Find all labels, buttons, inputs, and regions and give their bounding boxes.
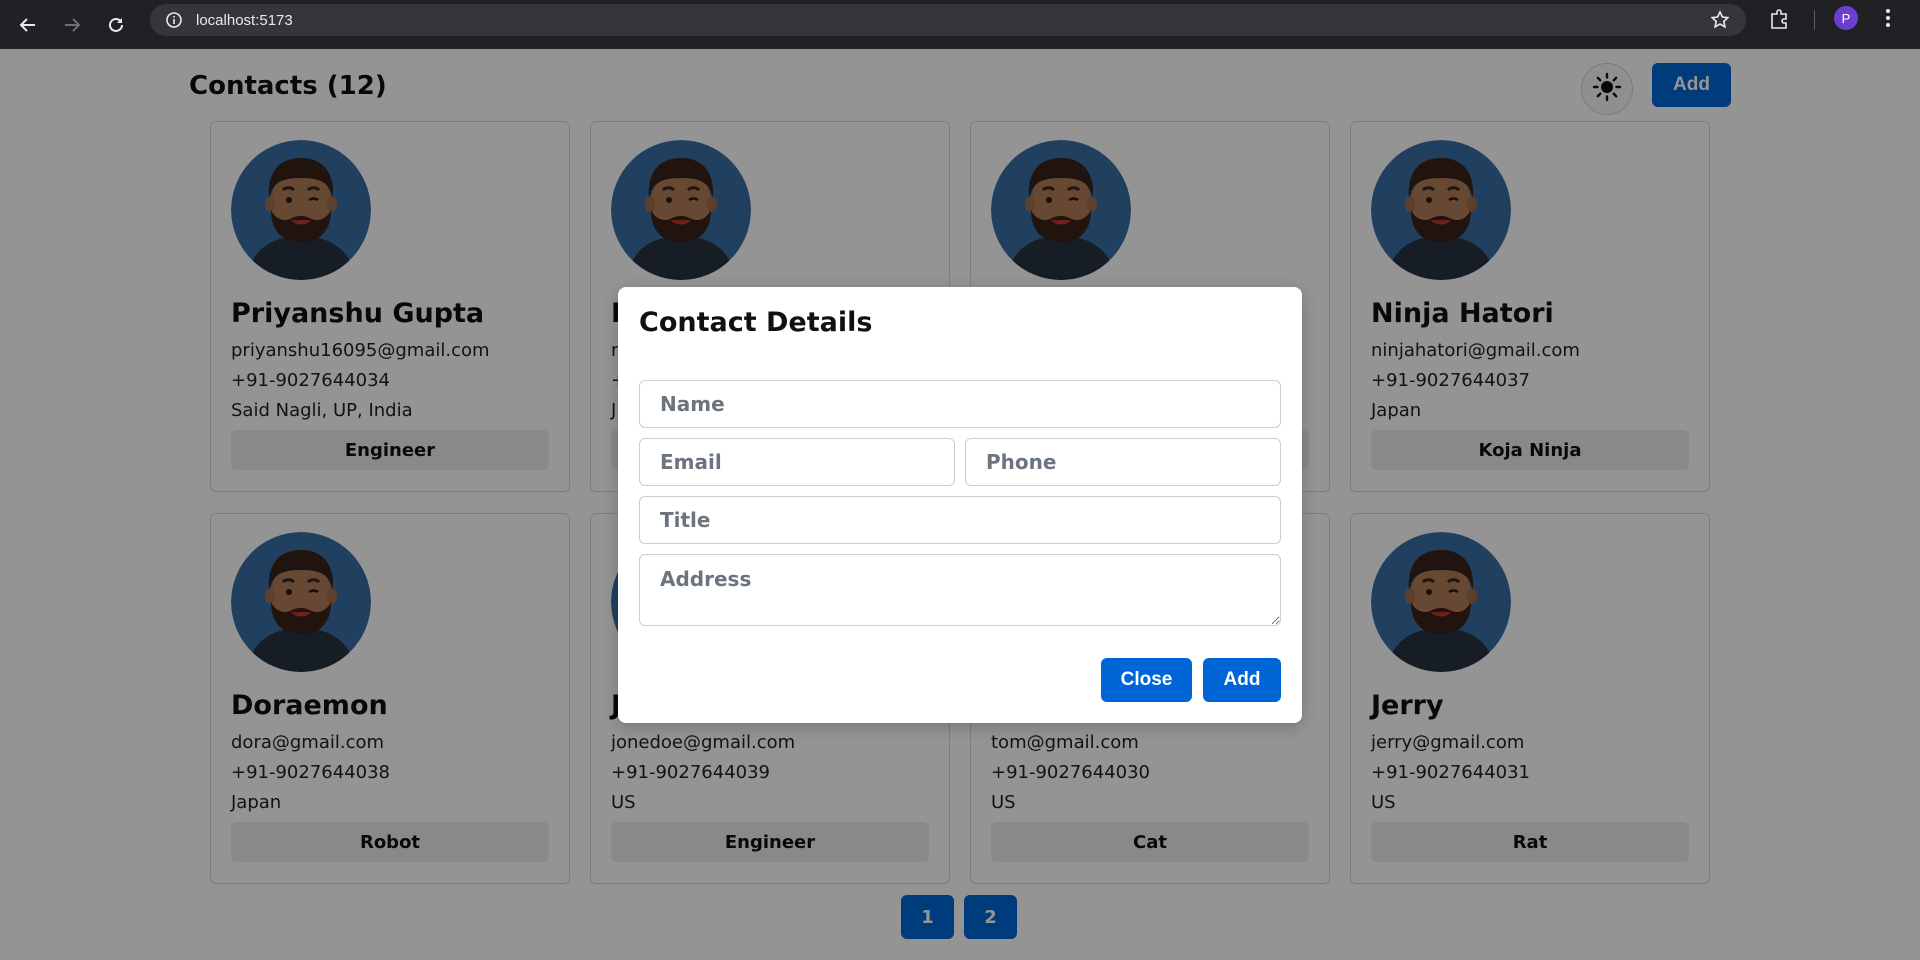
- modal-title: Contact Details: [639, 307, 873, 338]
- kebab-menu-icon[interactable]: [1884, 6, 1892, 34]
- url-text[interactable]: localhost:5173: [196, 12, 293, 29]
- contact-details-modal: Contact Details Close Add: [618, 287, 1302, 723]
- email-field[interactable]: [639, 438, 955, 486]
- browser-toolbar: localhost:5173 P: [0, 0, 1920, 49]
- toolbar-divider: [1814, 10, 1815, 30]
- modal-add-button[interactable]: Add: [1203, 658, 1281, 702]
- close-button[interactable]: Close: [1101, 658, 1192, 702]
- title-field[interactable]: [639, 496, 1281, 544]
- bookmark-star-icon[interactable]: [1710, 10, 1730, 34]
- address-bar[interactable]: localhost:5173: [150, 4, 1746, 36]
- back-arrow-icon[interactable]: [6, 6, 50, 44]
- name-field[interactable]: [639, 380, 1281, 428]
- profile-avatar[interactable]: P: [1834, 6, 1858, 30]
- reload-icon[interactable]: [94, 6, 138, 44]
- site-info-icon[interactable]: [164, 10, 184, 30]
- phone-field[interactable]: [965, 438, 1281, 486]
- forward-arrow-icon[interactable]: [50, 6, 94, 44]
- extensions-icon[interactable]: [1768, 8, 1790, 34]
- address-field[interactable]: [639, 554, 1281, 626]
